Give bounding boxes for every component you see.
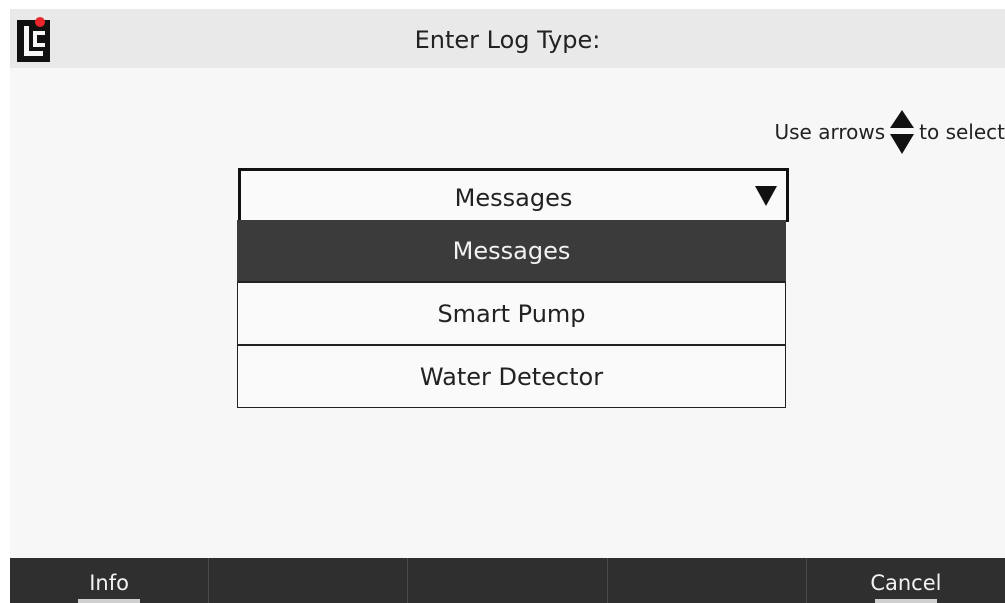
cancel-softkey-indicator: [874, 599, 937, 603]
hint-text-before: Use arrows: [774, 120, 886, 144]
option-smart-pump[interactable]: Smart Pump: [237, 283, 786, 346]
up-down-arrows-icon: [890, 110, 915, 154]
softkey-2[interactable]: [209, 558, 409, 603]
selection-hint: Use arrows to select: [774, 107, 1005, 157]
info-softkey[interactable]: Info: [10, 558, 210, 603]
softkey-3[interactable]: [408, 558, 608, 603]
dropdown-options-list: Messages Smart Pump Water Detector: [237, 220, 786, 408]
select-current-value: Messages: [454, 184, 573, 212]
header-bar: Enter Log Type:: [10, 9, 1005, 68]
softkey-4[interactable]: [608, 558, 807, 603]
info-softkey-indicator: [78, 599, 141, 603]
option-messages[interactable]: Messages: [237, 220, 786, 283]
info-softkey-label: Info: [89, 571, 129, 595]
log-type-select[interactable]: Messages: [238, 168, 789, 222]
softkey-bar: Info Cancel: [10, 558, 1005, 603]
cancel-softkey-label: Cancel: [870, 571, 942, 595]
page-title: Enter Log Type:: [414, 26, 601, 54]
device-screen: Enter Log Type: Use arrows to select Mes…: [10, 9, 1005, 603]
hint-text-after: to select: [919, 120, 1005, 144]
cancel-softkey[interactable]: Cancel: [807, 558, 1005, 603]
triangle-down-icon[interactable]: [754, 185, 778, 207]
option-water-detector[interactable]: Water Detector: [237, 346, 786, 408]
